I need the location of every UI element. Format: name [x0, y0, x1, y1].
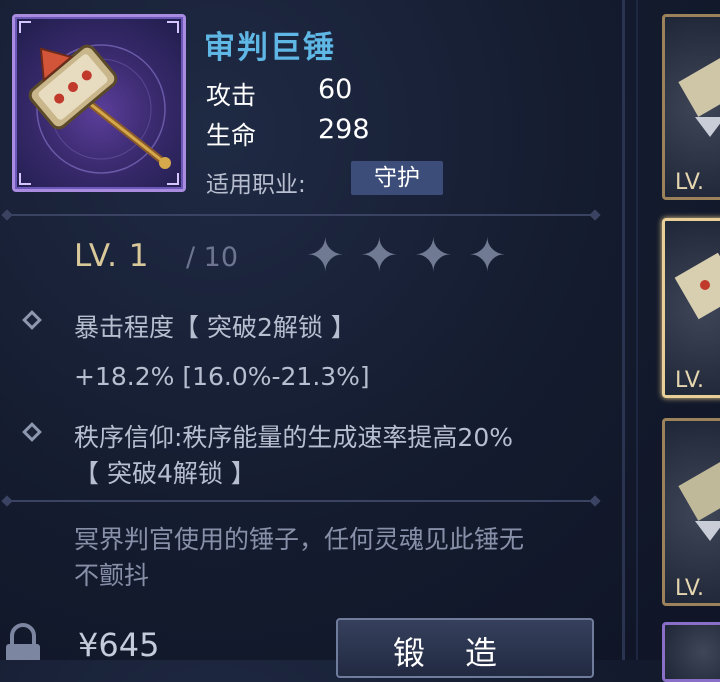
weapon-card[interactable]: [662, 622, 720, 682]
job-label: 适用职业:: [206, 172, 306, 198]
hp-value: 298: [318, 114, 370, 145]
level-display: LV. 1: [74, 238, 150, 274]
hammer-icon: [678, 57, 720, 137]
weapon-detail-panel: 审判巨锤 攻击 60 生命 298 适用职业: 守护 LV. 1 / 10 ✦ …: [0, 0, 615, 678]
attack-label: 攻击: [206, 81, 257, 110]
star-icon: ✦: [360, 228, 399, 282]
price: ¥645: [78, 626, 159, 664]
attribute-2-title: 秩序信仰:秩序能量的生成速率提高20%: [74, 423, 513, 452]
description-line-2: 不颤抖: [74, 561, 150, 590]
weapon-name: 审判巨锤: [204, 30, 336, 66]
lock-icon: [6, 623, 40, 660]
panel-separator: [636, 0, 638, 660]
price-value: 645: [98, 626, 160, 664]
forge-button[interactable]: 锻造: [336, 618, 594, 678]
job-badge: 守护: [351, 161, 443, 195]
star-icon: ✦: [414, 228, 453, 282]
level-prefix: LV.: [74, 238, 118, 274]
diamond-bullet-icon: [22, 422, 42, 442]
divider: [1, 209, 601, 221]
star-icon: ✦: [468, 228, 507, 282]
weapon-icon-frame[interactable]: [12, 14, 186, 192]
attribute-2-unlock: 【 突破4解锁 】: [74, 459, 256, 488]
star-icon: ✦: [306, 228, 345, 282]
hammer-icon: [28, 44, 171, 174]
attack-value: 60: [318, 74, 353, 105]
card-level: LV.: [675, 576, 705, 601]
level-current: 1: [128, 238, 150, 274]
card-level: LV.: [675, 170, 705, 195]
description-line-1: 冥界判官使用的锤子，任何灵魂见此锤无: [74, 525, 525, 554]
divider: [1, 495, 601, 507]
hammer-icon: [678, 461, 720, 541]
currency-icon: ¥: [78, 626, 99, 664]
weapon-card[interactable]: LV.: [662, 14, 720, 200]
hammer-icon: [674, 252, 720, 320]
weapon-card[interactable]: LV.: [662, 418, 720, 606]
hp-label: 生命: [206, 121, 257, 150]
attribute-1-value: +18.2% [16.0%-21.3%]: [74, 362, 370, 391]
card-level: LV.: [675, 368, 705, 393]
diamond-bullet-icon: [22, 310, 42, 330]
panel-separator: [622, 0, 625, 660]
level-max: / 10: [186, 242, 239, 273]
attribute-1-title: 暴击程度【 突破2解锁 】: [74, 313, 356, 342]
weapon-card-selected[interactable]: LV.: [662, 218, 720, 398]
